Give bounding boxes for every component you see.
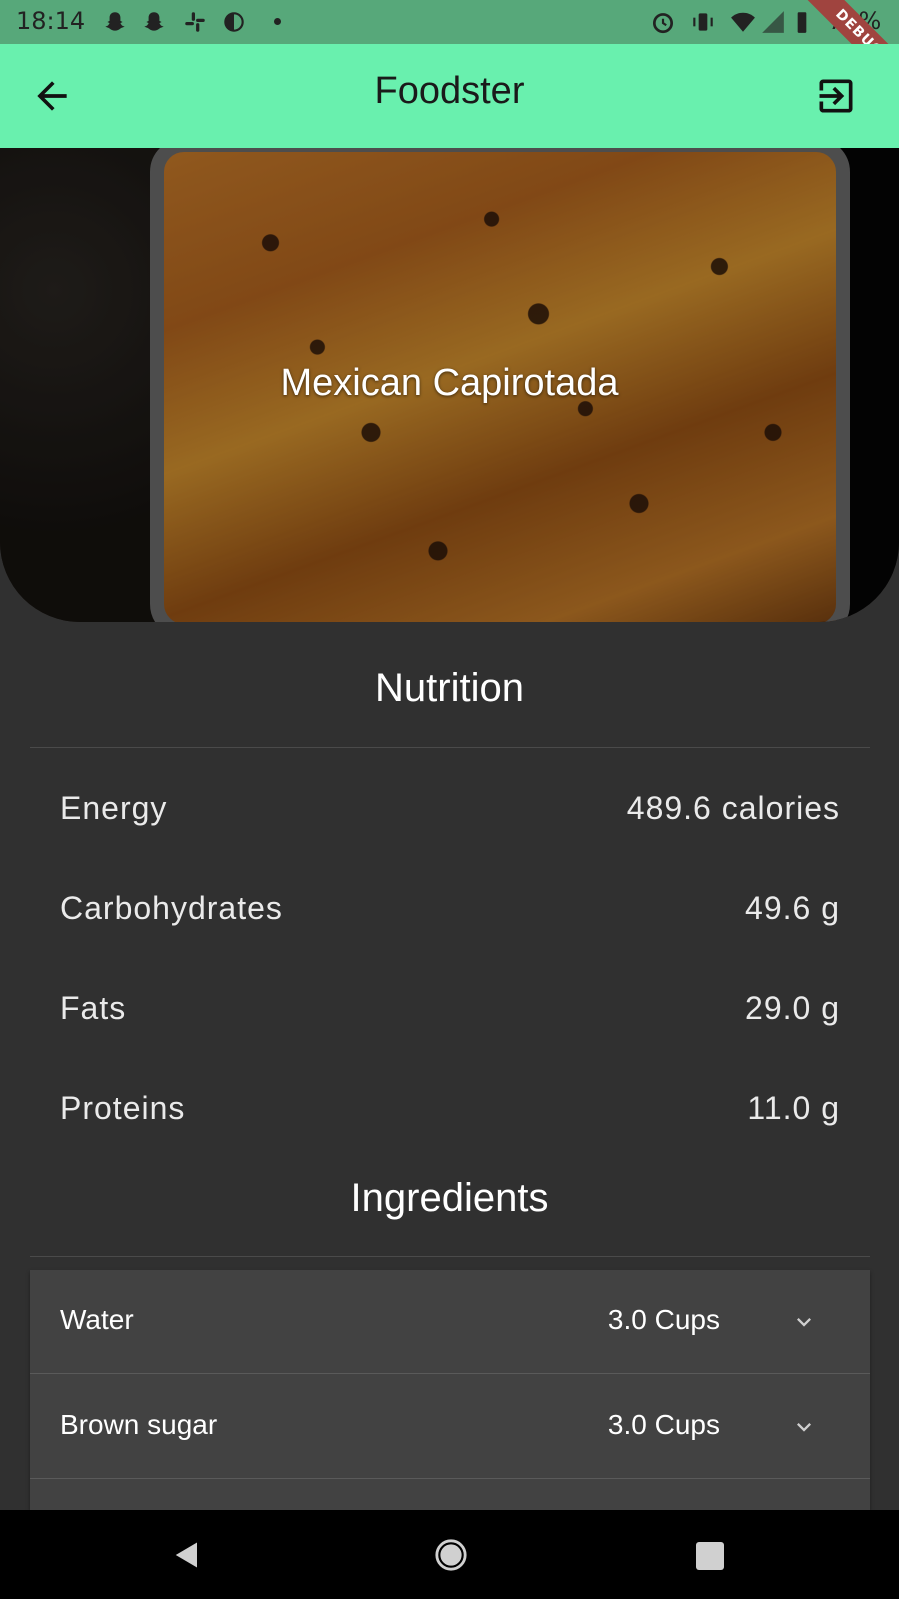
chevron-down-icon[interactable] <box>790 1308 818 1336</box>
recipe-title: Mexican Capirotada <box>280 362 619 404</box>
ingredient-name: Brown sugar <box>60 1409 218 1440</box>
status-time: 18:14 <box>16 7 86 35</box>
vibrate-icon <box>693 13 713 31</box>
system-navigation-bar <box>0 1510 899 1599</box>
battery-icon <box>797 12 807 33</box>
status-bar: 18:14 71% DEBUG <box>0 0 899 99</box>
chevron-down-icon[interactable] <box>790 1413 818 1441</box>
nutrition-heading: Nutrition <box>375 666 524 710</box>
nutrition-label: Proteins <box>60 1090 186 1126</box>
nutrition-row-carbohydrates: Carbohydrates 49.6 g <box>60 890 840 940</box>
wifi-icon <box>731 12 755 32</box>
alarm-icon <box>652 13 674 34</box>
snapchat-icon <box>105 12 125 31</box>
nutrition-row-energy: Energy 489.6 calories <box>60 790 840 840</box>
exit-icon[interactable] <box>814 74 858 118</box>
ingredient-quantity: 3.0 Cups <box>607 1409 720 1440</box>
nav-recents-icon[interactable] <box>696 1542 724 1570</box>
nutrition-value: 29.0 g <box>745 990 840 1026</box>
app-title: Foodster <box>374 70 525 112</box>
nutrition-value: 11.0 g <box>747 1090 840 1126</box>
ingredient-item-partial[interactable] <box>30 1480 870 1510</box>
nav-home-icon[interactable] <box>434 1538 468 1572</box>
snapchat-icon <box>144 12 164 31</box>
recipe-hero-image: Mexican Capirotada <box>0 148 899 622</box>
circle-half-icon <box>224 12 244 32</box>
ingredients-heading: Ingredients <box>350 1176 549 1220</box>
ingredient-item[interactable]: Water 3.0 Cups <box>30 1270 870 1374</box>
app-bar: Foodster <box>0 44 899 148</box>
divider <box>30 1256 870 1257</box>
ingredient-quantity: 3.0 Cups <box>607 1304 720 1335</box>
nutrition-value: 489.6 calories <box>626 790 840 826</box>
signal-icon <box>762 11 784 33</box>
ingredient-item[interactable]: Brown sugar 3.0 Cups <box>30 1375 870 1479</box>
nutrition-label: Energy <box>60 790 168 826</box>
nutrition-row-fats: Fats 29.0 g <box>60 990 840 1040</box>
nav-back-icon[interactable] <box>172 1540 202 1570</box>
ingredients-list: Water 3.0 Cups Brown sugar 3.0 Cups <box>30 1270 870 1510</box>
nutrition-label: Carbohydrates <box>60 890 283 926</box>
nutrition-label: Fats <box>60 990 127 1026</box>
nutrition-row-proteins: Proteins 11.0 g <box>60 1090 840 1140</box>
nutrition-value: 49.6 g <box>745 890 840 926</box>
more-notifications-dot <box>274 18 281 25</box>
divider <box>30 747 870 748</box>
ingredient-name: Water <box>60 1304 134 1335</box>
slack-icon <box>185 12 205 32</box>
